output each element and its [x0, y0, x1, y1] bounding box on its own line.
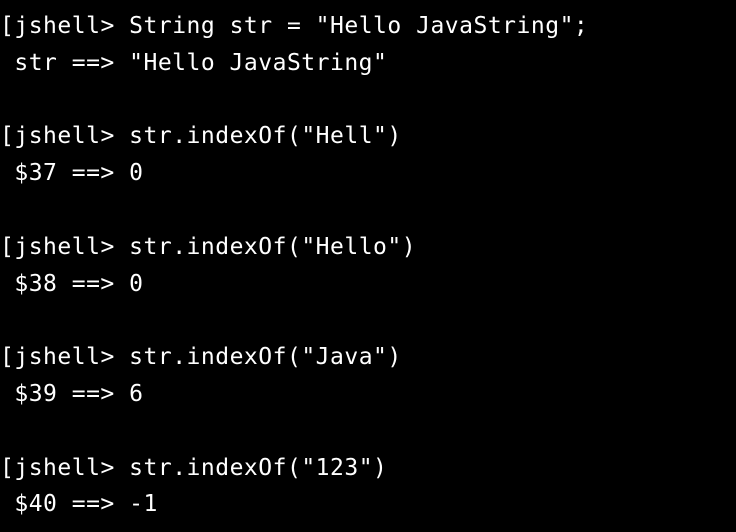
prompt-line: [jshell> str.indexOf("Hell"): [0, 118, 736, 155]
output-line: str ==> "Hello JavaString": [0, 45, 736, 82]
blank-line: [0, 413, 736, 450]
prompt-line: [jshell> String str = "Hello JavaString"…: [0, 8, 736, 45]
prompt-line: [jshell> str.indexOf("Java"): [0, 339, 736, 376]
jshell-prompt: jshell>: [14, 234, 114, 260]
output-line: $38 ==> 0: [0, 266, 736, 303]
command-text: str.indexOf("Hell"): [129, 123, 402, 149]
prompt-line: [jshell> str.indexOf("123"): [0, 450, 736, 487]
command-text: String str = "Hello JavaString";: [129, 13, 588, 39]
terminal-output: [jshell> String str = "Hello JavaString"…: [0, 8, 736, 523]
jshell-prompt: jshell>: [14, 123, 114, 149]
prompt-bracket: [: [0, 344, 14, 370]
output-line: $37 ==> 0: [0, 155, 736, 192]
jshell-prompt: jshell>: [14, 13, 114, 39]
command-text: str.indexOf("Hello"): [129, 234, 416, 260]
command-text: str.indexOf("Java"): [129, 344, 402, 370]
prompt-bracket: [: [0, 13, 14, 39]
prompt-line: [jshell> str.indexOf("Hello"): [0, 229, 736, 266]
blank-line: [0, 302, 736, 339]
jshell-prompt: jshell>: [14, 344, 114, 370]
blank-line: [0, 192, 736, 229]
output-line: $39 ==> 6: [0, 376, 736, 413]
prompt-bracket: [: [0, 123, 14, 149]
command-text: str.indexOf("123"): [129, 455, 387, 481]
jshell-prompt: jshell>: [14, 455, 114, 481]
prompt-bracket: [: [0, 234, 14, 260]
prompt-bracket: [: [0, 455, 14, 481]
output-line: $40 ==> -1: [0, 486, 736, 523]
blank-line: [0, 82, 736, 119]
